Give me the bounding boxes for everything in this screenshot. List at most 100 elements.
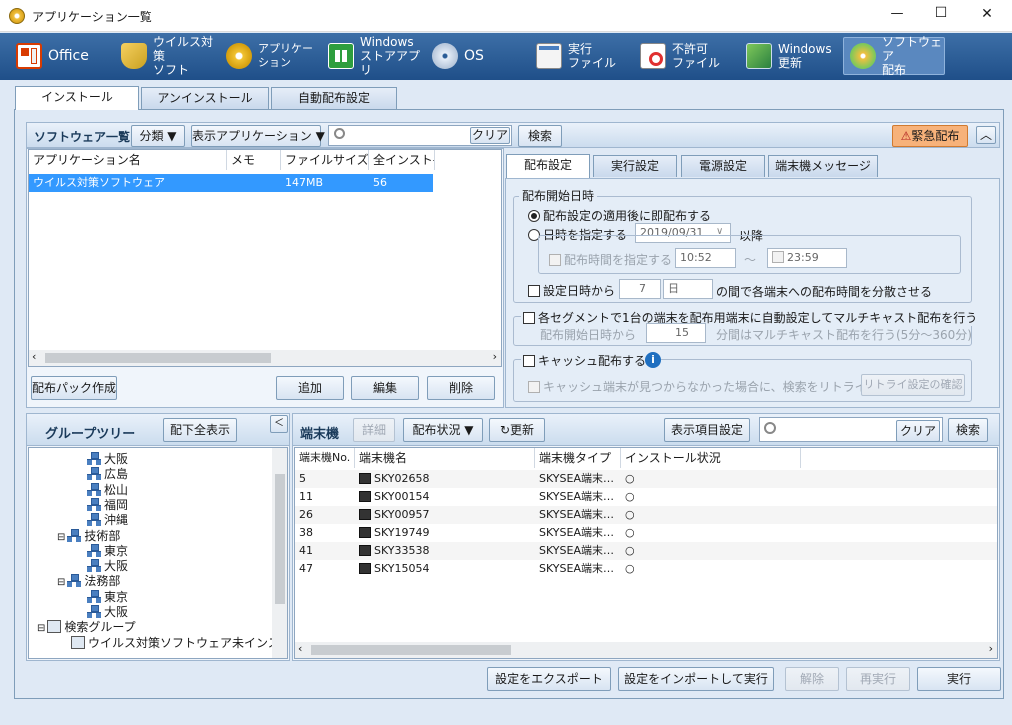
export-settings-button[interactable]: 設定をエクスポート (487, 667, 611, 691)
col-app-name[interactable]: アプリケーション名 (29, 150, 227, 170)
close-button[interactable]: ✕ (972, 6, 1002, 22)
col-file-size[interactable]: ファイルサイズ (281, 150, 369, 170)
retry-checkbox[interactable]: キャッシュ端末が見つからなかった場合に、検索をリトライする (528, 378, 891, 395)
software-search-button[interactable]: 検索 (518, 125, 562, 147)
cell-text: SKY00154 (374, 490, 430, 503)
col-memo[interactable]: メモ (227, 150, 281, 170)
table-row[interactable]: 38 SKY19749 SKYSEA端末… ○ (295, 524, 997, 542)
tree-node[interactable]: 松山 (87, 482, 128, 498)
cache-checkbox[interactable]: キャッシュ配布する (521, 352, 649, 369)
table-row[interactable]: ウイルス対策ソフトウェア 147MB 56 (29, 174, 433, 192)
tree-node[interactable]: 沖縄 (87, 513, 128, 528)
tree-node-label: 東京 (104, 543, 129, 558)
spread-checkbox[interactable]: 設定日時から (528, 282, 615, 299)
show-all-button[interactable]: 配下全表示 (163, 418, 237, 442)
tree-node[interactable]: 東京 (87, 589, 128, 605)
terminal-clear-button[interactable]: クリア (896, 420, 940, 442)
tree-node[interactable]: 福岡 (87, 497, 129, 513)
col-terminal-no[interactable]: 端末機No. (295, 448, 355, 468)
display-columns-button[interactable]: 表示項目設定 (664, 418, 750, 442)
table-row[interactable]: 26 SKY00957 SKYSEA端末… ○ (295, 506, 997, 524)
release-button[interactable]: 解除 (785, 667, 839, 691)
tab-install[interactable]: インストール (15, 86, 139, 110)
collapse-panel-button[interactable]: ︿ (976, 126, 996, 144)
tab-execution-settings[interactable]: 実行設定 (593, 155, 677, 177)
toolbar-os[interactable]: OS (426, 37, 526, 75)
toolbar-office[interactable]: Office (10, 37, 110, 75)
col-terminal-type[interactable]: 端末機タイプ (535, 448, 621, 468)
cell-type: SKYSEA端末… (539, 560, 619, 578)
collapse-node-icon[interactable]: ⊟ (57, 532, 65, 543)
tab-terminal-message[interactable]: 端末機メッセージ (768, 155, 878, 177)
toolbar-windows-update[interactable]: Windows 更新 (740, 37, 840, 75)
collapse-node-icon[interactable]: ⊟ (57, 577, 65, 588)
time-to-input[interactable]: 23:59 (767, 248, 847, 268)
table-row[interactable]: 11 SKY00154 SKYSEA端末… ○ (295, 488, 997, 506)
tree-node[interactable]: 東京 (87, 543, 129, 559)
cell-status: ○ (625, 506, 665, 524)
multicast-checkbox[interactable]: 各セグメントで1台の端末を配布用端末に自動設定してマルチキャスト配布を行う (521, 309, 980, 326)
tree-node[interactable]: ⊟ 検索グループ (37, 620, 136, 636)
terminal-search-button[interactable]: 検索 (948, 418, 988, 442)
col-install-status[interactable]: インストール状況 (621, 448, 801, 468)
add-button[interactable]: 追加 (276, 376, 344, 400)
minimize-button[interactable]: — (882, 6, 912, 21)
immediate-radio[interactable]: 配布設定の適用後に即配布する (528, 207, 711, 224)
table-row[interactable]: 47 SKY15054 SKYSEA端末… ○ (295, 560, 997, 578)
edit-button[interactable]: 編集 (351, 376, 419, 400)
detail-button[interactable]: 詳細 (353, 418, 395, 442)
import-and-run-button[interactable]: 設定をインポートして実行 (618, 667, 774, 691)
spread-days-stepper[interactable]: 7 (619, 279, 661, 299)
tree-node[interactable]: ⊟ 法務部 (57, 574, 120, 590)
multicast-minutes-stepper[interactable]: 15 (646, 323, 706, 343)
toolbar-antivirus[interactable]: ウイルス対策 ソフト (115, 35, 215, 77)
info-icon[interactable]: i (645, 352, 661, 368)
retry-settings-button[interactable]: リトライ設定の確認 (861, 374, 965, 396)
table-row[interactable]: 41 SKY33538 SKYSEA端末… ○ (295, 542, 997, 560)
specify-time-checkbox[interactable]: 配布時間を指定する (547, 251, 675, 268)
software-hscroll[interactable]: ‹ › (29, 350, 501, 366)
time-from-input[interactable]: 10:52 (675, 248, 736, 268)
collapse-tree-button[interactable]: ＜ (270, 415, 288, 433)
emergency-distribution-button[interactable]: ⚠緊急配布 (892, 125, 968, 147)
table-row[interactable]: 5 SKY02658 SKYSEA端末… ○ (295, 470, 997, 488)
tab-power-settings[interactable]: 電源設定 (681, 155, 765, 177)
tree-node[interactable]: 大阪 (87, 559, 128, 574)
category-dropdown[interactable]: 分類 ▼ (131, 125, 185, 147)
software-clear-button[interactable]: クリア (470, 127, 510, 144)
tree-vscroll[interactable] (272, 448, 287, 658)
cell-text: 5 (299, 472, 306, 485)
cell-text: 38 (299, 526, 313, 539)
toolbar-application[interactable]: アプリケーション (220, 37, 320, 75)
spread-suffix-label: の間で各端末への配布時間を分散させる (716, 285, 933, 299)
terminal-hscroll[interactable]: ‹ › (295, 642, 997, 658)
col-total-install[interactable]: 全インスト- (369, 150, 435, 170)
rerun-button[interactable]: 再実行 (846, 667, 910, 691)
create-pack-button[interactable]: 配布パック作成 (31, 376, 117, 400)
windows-store-icon (328, 43, 354, 69)
run-button[interactable]: 実行 (917, 667, 1001, 691)
delete-button[interactable]: 削除 (427, 376, 495, 400)
display-apps-dropdown[interactable]: 表示アプリケーション ▼ (191, 125, 325, 147)
toolbar-windows-store[interactable]: Windows ストアアプリ (322, 35, 422, 77)
toolbar-forbidden-file[interactable]: 不許可 ファイル (634, 37, 734, 75)
tree-node[interactable]: 大阪 (87, 452, 128, 467)
tab-auto-distribution[interactable]: 自動配布設定 (271, 87, 397, 109)
tree-node[interactable]: ウイルス対策ソフトウェア未インス… (71, 635, 287, 651)
toolbar-executable[interactable]: 実行 ファイル (530, 37, 630, 75)
maximize-button[interactable]: ☐ (926, 5, 956, 21)
executable-icon (536, 43, 562, 69)
tree-node-label: 検索グループ (64, 620, 136, 635)
toolbar-software-distribution[interactable]: ソフトウェア 配布 (843, 35, 945, 77)
tree-node[interactable]: ⊟ 技術部 (57, 528, 120, 545)
collapse-node-icon[interactable]: ⊟ (37, 623, 45, 634)
distribution-status-dropdown[interactable]: 配布状況 ▼ (403, 418, 483, 442)
spread-unit-select[interactable]: 日 (663, 279, 713, 299)
tab-uninstall[interactable]: アンインストール (141, 87, 269, 109)
tree-node-label: 福岡 (104, 497, 129, 512)
refresh-button[interactable]: ↻更新 (489, 418, 545, 442)
col-terminal-name[interactable]: 端末機名 (355, 448, 535, 468)
tab-distribution-settings[interactable]: 配布設定 (506, 154, 590, 178)
tree-node[interactable]: 大阪 (87, 605, 128, 620)
tree-node[interactable]: 広島 (87, 467, 128, 482)
